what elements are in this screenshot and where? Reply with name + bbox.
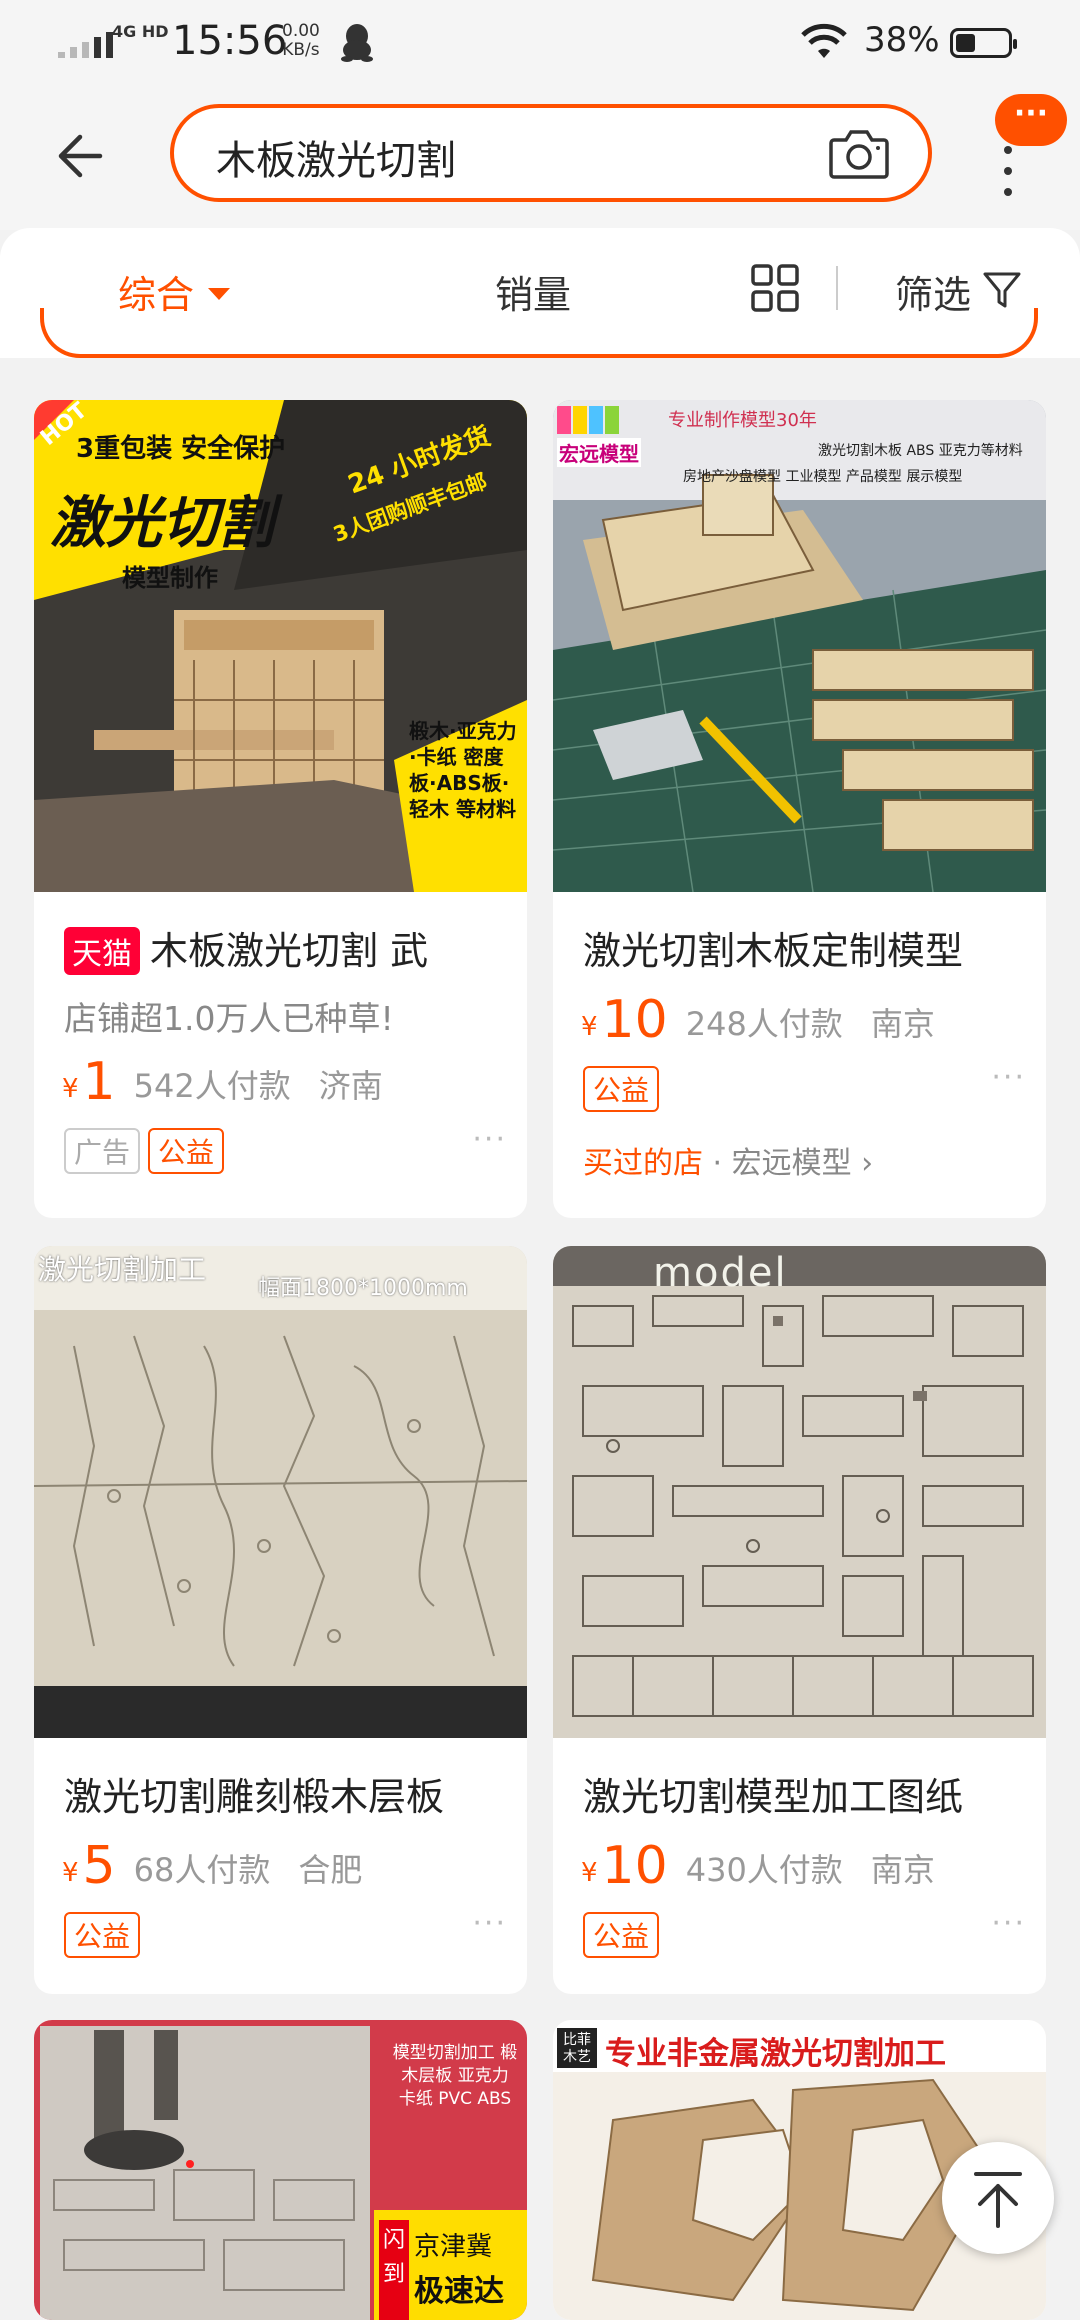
image-subline: 模型制作 — [122, 564, 218, 592]
image-headline: 激光切割 — [50, 491, 274, 556]
buyer-count: 542人付款 — [133, 1067, 291, 1105]
buyer-count: 248人付款 — [685, 1005, 843, 1043]
price-row: ¥10 430人付款 南京 — [581, 1836, 935, 1896]
charity-tag: 公益 — [583, 1066, 660, 1112]
wifi-icon — [801, 23, 847, 58]
product-subtitle: 店铺超1.0万人已种草! — [64, 999, 394, 1038]
image-region: 京津冀 — [414, 2232, 493, 2262]
price: 10 — [601, 1836, 668, 1896]
charity-tag: 公益 — [64, 1912, 141, 1958]
product-grid: HOT 3重包装 安全保护 激光切割 模型制作 24 小时发货 3人团购顺丰包邮… — [0, 358, 1080, 2320]
clock: 15:56 — [172, 18, 288, 64]
tag-list: 广告 公益 — [64, 1128, 225, 1174]
currency: ¥ — [581, 1858, 598, 1888]
back-to-top-icon — [974, 2172, 1022, 2228]
buyer-count: 68人付款 — [133, 1851, 271, 1889]
image-side-list: 模型切割加工 椴木层板 亚克力 卡纸 PVC ABS — [392, 2043, 518, 2109]
bought-label: 买过的店 — [583, 1146, 703, 1181]
price-row: ¥1 542人付款 济南 — [62, 1052, 383, 1112]
price: 5 — [82, 1836, 116, 1896]
price-row: ¥5 68人付款 合肥 — [62, 1836, 362, 1896]
network-type: 4G HD — [112, 22, 169, 41]
more-options-icon[interactable]: ··· — [991, 1906, 1026, 1941]
product-title: 激光切割模型加工图纸 — [583, 1775, 964, 1819]
product-image: 模型切割加工 椴木层板 亚克力 卡纸 PVC ABS 闪到 京津冀 极速达 — [34, 2020, 527, 2320]
image-materials: 椴木·亚克力·卡纸 密度板·ABS板·轻木 等材料 — [409, 719, 517, 821]
currency: ¥ — [62, 1074, 79, 1104]
image-headline: 专业非金属激光切割加工 — [605, 2036, 946, 2072]
back-arrow-icon[interactable] — [50, 123, 116, 189]
battery-percent: 38% — [864, 20, 940, 60]
charity-tag: 公益 — [583, 1912, 660, 1958]
location: 济南 — [318, 1067, 383, 1105]
product-image: 激光切割加工 幅面1800*1000mm — [34, 1246, 527, 1738]
grid-view-icon[interactable] — [750, 263, 800, 313]
product-card[interactable]: model 激光切割模型加工图纸 ¥10 430人付款 南京 公益 ··· — [553, 1246, 1046, 1994]
tag-list: 公益 — [583, 1066, 660, 1112]
tag-list: 公益 — [64, 1912, 141, 1958]
battery-icon — [950, 28, 1017, 58]
currency: ¥ — [581, 1012, 598, 1042]
product-image: HOT 3重包装 安全保护 激光切割 模型制作 24 小时发货 3人团购顺丰包邮… — [34, 400, 527, 892]
image-label: 激光切割加工 — [38, 1253, 207, 1286]
location: 合肥 — [298, 1851, 363, 1889]
product-card[interactable]: 宏远模型 专业制作模型30年 激光切割木板 ABS 亚克力等材料 房地产沙盘模型… — [553, 400, 1046, 1218]
product-card[interactable]: 激光切割加工 幅面1800*1000mm 激光切割雕刻椴木层板 ¥5 68人付款合… — [34, 1246, 527, 1994]
battery-fill — [956, 34, 975, 52]
search-header: 木板激光切割 ··· — [0, 90, 1080, 230]
shop-line[interactable]: 买过的店 · 宏远模型 › — [583, 1138, 873, 1182]
status-bar: 4G HD 15:56 0.00 KB/s 38% — [0, 0, 1080, 90]
location: 南京 — [870, 1851, 935, 1889]
more-options-icon[interactable]: ··· — [991, 1060, 1026, 1095]
product-image: 宏远模型 专业制作模型30年 激光切割木板 ABS 亚克力等材料 房地产沙盘模型… — [553, 400, 1046, 892]
back-to-top-button[interactable] — [942, 2142, 1054, 2254]
price: 10 — [601, 990, 668, 1050]
search-query-text: 木板激光切割 — [216, 138, 456, 184]
image-logo: 宏远模型 — [557, 438, 641, 467]
image-watermark: model — [653, 1250, 788, 1296]
product-title: 天猫 木板激光切割 武 — [64, 920, 514, 978]
product-title: 激光切割木板定制模型 — [583, 929, 964, 973]
more-bubble: ··· — [995, 94, 1067, 146]
funnel-icon[interactable] — [982, 270, 1022, 310]
network-speed: 0.00 KB/s — [282, 22, 320, 60]
charity-tag: 公益 — [148, 1128, 225, 1174]
buyer-count: 430人付款 — [685, 1851, 843, 1889]
more-dots-icon — [1004, 146, 1012, 209]
image-flash-label: 闪到 — [383, 2228, 406, 2287]
image-banner-text: 3重包装 安全保护 — [76, 434, 286, 464]
price: 1 — [82, 1052, 116, 1112]
more-menu-button[interactable]: ··· — [985, 90, 1075, 196]
divider — [836, 266, 838, 310]
image-size: 幅面1800*1000mm — [258, 1276, 468, 1301]
currency: ¥ — [62, 1858, 79, 1888]
signal-icon — [58, 28, 113, 58]
ad-tag: 广告 — [64, 1128, 141, 1174]
chevron-right-icon: › — [851, 1146, 874, 1181]
product-image: model — [553, 1246, 1046, 1738]
image-top-line: 专业制作模型30年 — [668, 410, 817, 431]
shop-name: 宏远模型 — [731, 1146, 852, 1181]
tmall-badge: 天猫 — [64, 926, 140, 975]
qq-penguin-icon — [341, 24, 373, 62]
product-title-text: 木板激光切割 武 — [150, 929, 429, 973]
product-card[interactable]: HOT 3重包装 安全保护 激光切割 模型制作 24 小时发货 3人团购顺丰包邮… — [34, 400, 527, 1218]
speed-unit: KB/s — [282, 40, 320, 60]
more-options-icon[interactable]: ··· — [472, 1122, 507, 1157]
image-speed: 极速达 — [414, 2274, 504, 2309]
image-line-2: 房地产沙盘模型 工业模型 产品模型 展示模型 — [683, 469, 963, 485]
price-row: ¥10 248人付款 南京 — [581, 990, 935, 1050]
camera-icon[interactable] — [828, 126, 890, 182]
caret-down-icon — [208, 287, 231, 300]
image-line-1: 激光切割木板 ABS 亚克力等材料 — [818, 443, 1023, 459]
filter-underline-arc — [40, 308, 1038, 358]
product-title: 激光切割雕刻椴木层板 — [64, 1775, 445, 1819]
tag-list: 公益 — [583, 1912, 660, 1958]
more-options-icon[interactable]: ··· — [472, 1906, 507, 1941]
product-card[interactable]: 模型切割加工 椴木层板 亚克力 卡纸 PVC ABS 闪到 京津冀 极速达 — [34, 2020, 527, 2320]
location: 南京 — [870, 1005, 935, 1043]
search-input[interactable]: 木板激光切割 — [170, 104, 932, 202]
image-logo: 比菲木艺 — [563, 2032, 591, 2065]
speed-value: 0.00 — [282, 21, 320, 41]
